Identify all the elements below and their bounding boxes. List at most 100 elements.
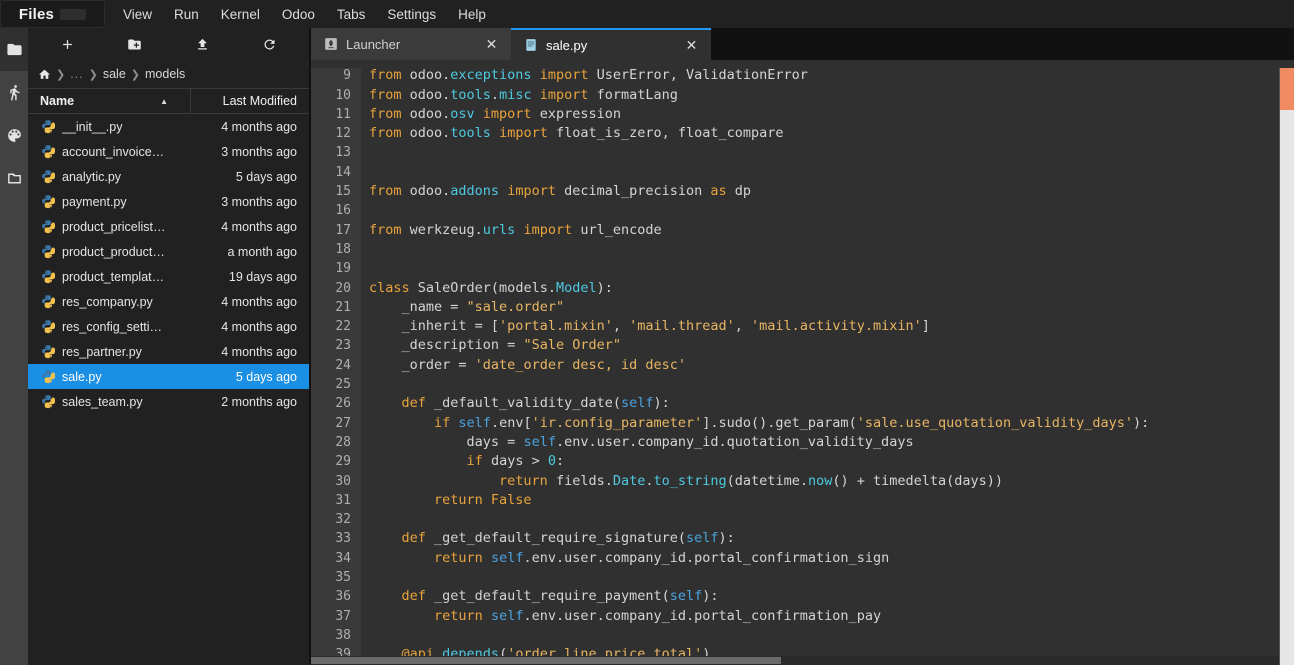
rail-item-file-browser[interactable]	[0, 28, 28, 71]
tab-sale-py-label: sale.py	[546, 37, 588, 53]
line-number: 20	[311, 278, 361, 298]
code-line-text: def _get_default_require_payment(self):	[401, 588, 719, 605]
code-row: 11 from odoo.osv import expression	[311, 104, 1294, 125]
code-line-text	[361, 510, 1294, 529]
file-name: sales_team.py	[62, 394, 143, 409]
code-row: 15 from odoo.addons import decimal_precis…	[311, 182, 1294, 202]
python-file-icon	[42, 295, 55, 309]
code-viewport[interactable]: 8from odoo import api, fields, models, _…	[311, 60, 1294, 665]
line-number: 13	[311, 143, 361, 163]
breadcrumb-ellipsis[interactable]: ...	[70, 67, 83, 81]
menu-item-help[interactable]: Help	[447, 3, 497, 26]
new-folder-button[interactable]	[120, 31, 150, 57]
line-number: 26	[311, 394, 361, 414]
upload-icon	[197, 38, 207, 49]
horizontal-scrollbar-thumb[interactable]	[311, 657, 781, 664]
tab-launcher[interactable]: Launcher ✕	[311, 28, 511, 60]
menu-item-settings[interactable]: Settings	[376, 3, 447, 26]
python-file-icon	[42, 145, 55, 159]
code-row: 24 _order = 'date_order desc, id desc'	[311, 355, 1294, 376]
code-row: 9 from odoo.exceptions import UserError, …	[311, 66, 1294, 86]
files-panel-tooltip[interactable]: Files	[0, 0, 105, 28]
sort-ascending-icon: ▲	[160, 96, 168, 106]
file-list-item[interactable]: product_pricelist… 4 months ago	[28, 214, 309, 239]
vertical-scrollbar[interactable]	[1279, 60, 1294, 665]
main-menu-bar: JNPX VDEV Files View Run Kernel Odoo Tab…	[0, 0, 1294, 28]
file-list-item[interactable]: res_config_setti… 4 months ago	[28, 314, 309, 339]
code-line-text: return fields.Date.to_string(datetime.no…	[499, 472, 1004, 489]
menu-item-kernel[interactable]: Kernel	[210, 3, 271, 26]
tab-launcher-close-icon[interactable]: ✕	[484, 36, 499, 53]
refresh-button[interactable]	[254, 31, 284, 57]
breadcrumb-item-sale[interactable]: sale	[103, 67, 126, 81]
code-row: 17 from werkzeug.urls import url_encode	[311, 220, 1294, 240]
file-list-item[interactable]: product_product… a month ago	[28, 239, 309, 264]
line-number: 12	[311, 124, 361, 144]
rail-item-running[interactable]	[0, 71, 28, 114]
column-header-name-label: Name	[40, 94, 75, 108]
menu-item-odoo[interactable]: Odoo	[271, 3, 326, 26]
horizontal-scrollbar[interactable]	[311, 656, 1279, 665]
code-row: 30 return fields.Date.to_string(datetime…	[311, 471, 1294, 491]
rail-item-commands[interactable]	[0, 114, 28, 157]
code-line-text: return self.env.user.company_id.portal_c…	[434, 549, 890, 566]
line-number: 25	[311, 375, 361, 395]
home-icon	[39, 69, 50, 79]
code-row: 18	[311, 239, 1294, 260]
tab-sale-py-close-icon[interactable]: ✕	[684, 37, 699, 54]
file-list-item[interactable]: analytic.py 5 days ago	[28, 164, 309, 189]
file-modified: 4 months ago	[221, 294, 297, 309]
code-lines: 8from odoo import api, fields, models, _…	[311, 60, 1294, 665]
file-list-item[interactable]: payment.py 3 months ago	[28, 189, 309, 214]
line-number: 18	[311, 239, 361, 260]
palette-icon	[7, 129, 21, 142]
code-line-text	[361, 240, 1294, 259]
column-header-name[interactable]: Name ▲	[28, 89, 191, 113]
code-row: 28 days = self.env.user.company_id.quota…	[311, 432, 1294, 453]
code-line-text: def _default_validity_date(self):	[401, 395, 670, 412]
code-row: 10 from odoo.tools.misc import formatLang	[311, 85, 1294, 105]
file-name: payment.py	[62, 194, 127, 209]
code-line-text: from werkzeug.urls import url_encode	[369, 221, 662, 238]
code-row: 33 def _get_default_require_signature(se…	[311, 529, 1294, 549]
menu-item-tabs[interactable]: Tabs	[326, 3, 377, 26]
code-row: 38	[311, 625, 1294, 646]
file-name: res_config_setti…	[62, 319, 163, 334]
upload-button[interactable]	[187, 31, 217, 57]
file-list-item[interactable]: res_company.py 4 months ago	[28, 289, 309, 314]
line-number: 19	[311, 259, 361, 279]
file-list-item[interactable]: sales_team.py 2 months ago	[28, 389, 309, 414]
code-line-text: if days > 0:	[466, 453, 565, 470]
python-file-icon	[42, 195, 55, 209]
menu-item-view[interactable]: View	[112, 3, 163, 26]
line-number: 35	[311, 568, 361, 588]
file-list-item[interactable]: account_invoice… 3 months ago	[28, 139, 309, 164]
file-list-item[interactable]: sale.py 5 days ago	[28, 364, 309, 389]
menu-item-run[interactable]: Run	[163, 3, 210, 26]
line-number: 34	[311, 548, 361, 569]
breadcrumb-separator-3: ❯	[130, 68, 141, 81]
file-list-item[interactable]: product_templat… 19 days ago	[28, 264, 309, 289]
line-number: 28	[311, 432, 361, 453]
file-list-item[interactable]: __init__.py 4 months ago	[28, 114, 309, 139]
rail-item-open-tabs[interactable]	[0, 157, 28, 200]
file-modified: 4 months ago	[221, 319, 297, 334]
jupyterlab-window: JNPX VDEV Files View Run Kernel Odoo Tab…	[0, 0, 1294, 665]
code-line-text: return self.env.user.company_id.portal_c…	[434, 607, 882, 624]
code-line-text: return False	[434, 491, 532, 508]
vertical-scrollbar-thumb[interactable]	[1280, 62, 1294, 110]
file-list-item[interactable]: res_partner.py 4 months ago	[28, 339, 309, 364]
line-number: 17	[311, 220, 361, 240]
new-launcher-button[interactable]	[53, 31, 83, 57]
files-tooltip-badge	[60, 8, 87, 20]
line-number: 10	[311, 85, 361, 105]
code-editor[interactable]: 8from odoo import api, fields, models, _…	[311, 60, 1294, 665]
breadcrumb-item-models[interactable]: models	[145, 67, 185, 81]
code-line-text: class SaleOrder(models.Model):	[369, 279, 613, 296]
tab-sale-py[interactable]: sale.py ✕	[511, 28, 711, 60]
column-header-modified[interactable]: Last Modified	[191, 94, 309, 108]
code-row: 35	[311, 568, 1294, 588]
code-row: 29 if days > 0:	[311, 452, 1294, 472]
line-number: 36	[311, 587, 361, 607]
code-row: 19	[311, 259, 1294, 279]
